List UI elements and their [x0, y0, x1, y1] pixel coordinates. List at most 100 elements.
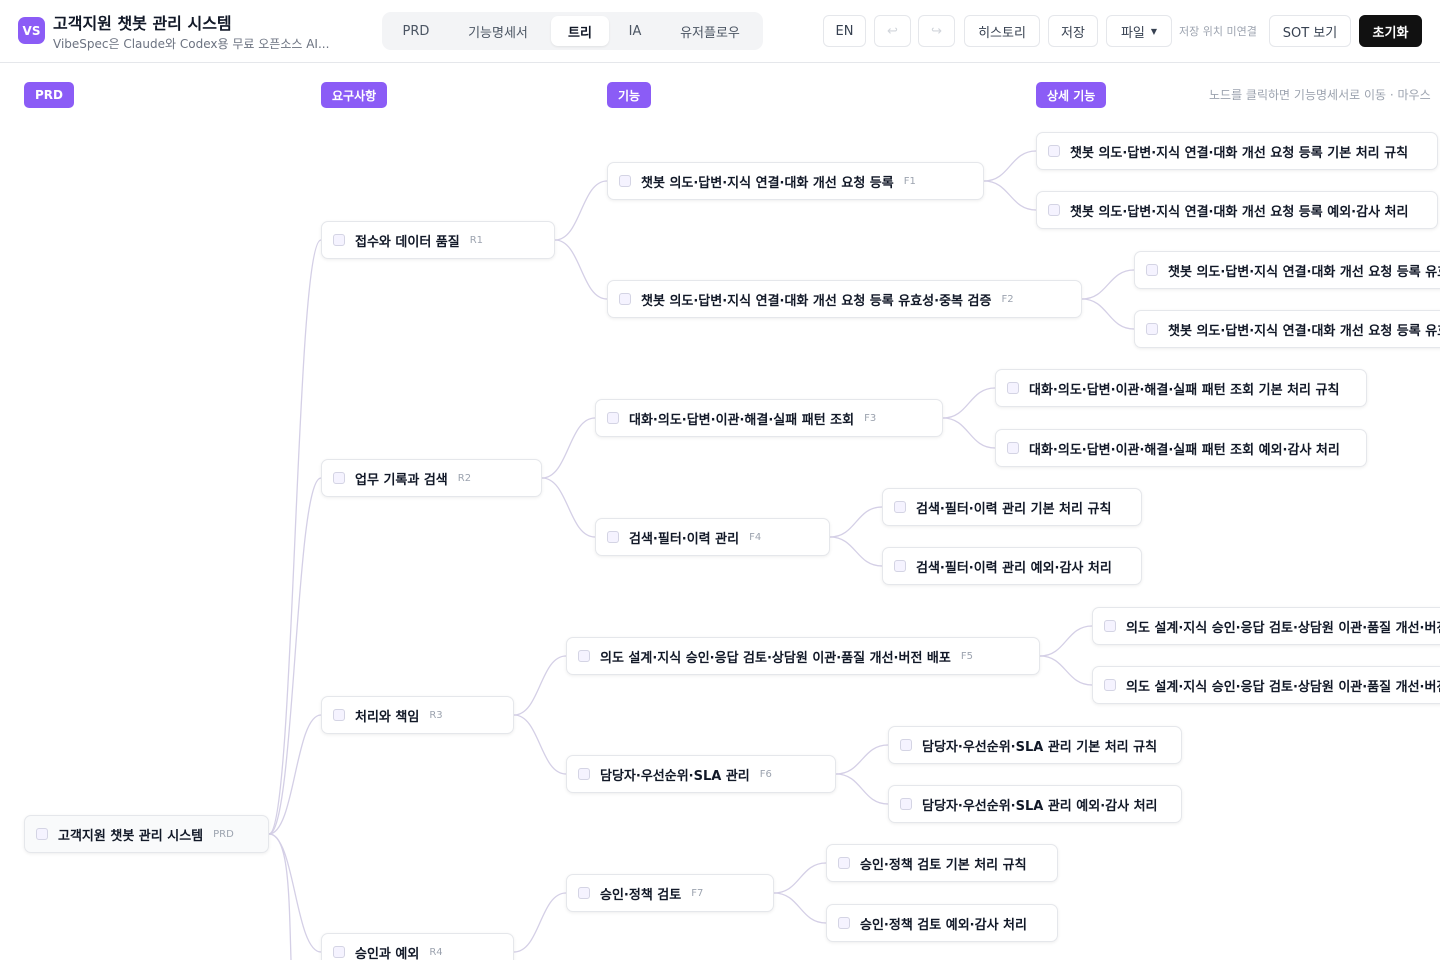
node-checkbox[interactable]	[1146, 264, 1158, 276]
node-checkbox[interactable]	[607, 412, 619, 424]
reset-button[interactable]: 초기화	[1359, 15, 1422, 47]
file-menu-button[interactable]: 파일 ▼	[1106, 15, 1172, 47]
column-header-prd: PRD	[24, 82, 74, 108]
tree-canvas[interactable]: PRD 요구사항 기능 상세 기능 노드를 클릭하면 기능명세서로 이동 · 마…	[0, 63, 1440, 960]
tree-connector	[268, 477, 322, 835]
node-checkbox[interactable]	[838, 917, 850, 929]
node-checkbox[interactable]	[1007, 442, 1019, 454]
tree-connector	[513, 892, 567, 953]
tree-node-detail[interactable]: 검색·필터·이력 관리 예외·감사 처리	[882, 547, 1142, 585]
redo-button[interactable]: ↪	[918, 15, 955, 47]
node-checkbox[interactable]	[333, 472, 345, 484]
node-checkbox[interactable]	[619, 175, 631, 187]
tree-node-feature[interactable]: 검색·필터·이력 관리 F4	[595, 518, 830, 556]
node-label: 접수와 데이터 품질	[355, 234, 460, 250]
tree-node-feature[interactable]: 의도 설계·지식 승인·응답 검토·상담원 이관·품질 개선·버전 배포 F5	[566, 637, 1040, 675]
tree-node-feature[interactable]: 승인·정책 검토 F7	[566, 874, 774, 912]
node-code: R2	[457, 472, 472, 484]
tree-connector	[1081, 269, 1135, 300]
tab-ia[interactable]: IA	[616, 16, 654, 46]
node-checkbox[interactable]	[333, 709, 345, 721]
tree-node-detail[interactable]: 대화·의도·답변·이관·해결·실패 패턴 조회 예외·감사 처리	[995, 429, 1367, 467]
node-checkbox[interactable]	[1048, 145, 1060, 157]
undo-button[interactable]: ↩	[874, 15, 911, 47]
tree-connector	[554, 180, 608, 241]
node-code: R3	[429, 709, 443, 721]
tree-node-feature[interactable]: 대화·의도·답변·이관·해결·실패 패턴 조회 F3	[595, 399, 943, 437]
tree-connector	[268, 714, 322, 835]
tree-node-requirement[interactable]: 승인과 예외 R4	[321, 933, 514, 960]
tree-node-detail[interactable]: 의도 설계·지식 승인·응답 검토·상담원 이관·품질 개선·버전 배포 기본 …	[1092, 607, 1440, 645]
history-button[interactable]: 히스토리	[964, 15, 1040, 47]
node-checkbox[interactable]	[36, 828, 48, 840]
save-button[interactable]: 저장	[1048, 15, 1098, 47]
file-menu-label: 파일	[1120, 25, 1145, 41]
tree-node-requirement[interactable]: 업무 기록과 검색 R2	[321, 459, 542, 497]
node-checkbox[interactable]	[1146, 323, 1158, 335]
tree-node-detail[interactable]: 챗봇 의도·답변·지식 연결·대화 개선 요청 등록 유효성·중복 검증 기본 …	[1134, 251, 1440, 289]
node-checkbox[interactable]	[578, 887, 590, 899]
tree-connector	[268, 833, 292, 960]
tree-node-detail[interactable]: 승인·정책 검토 기본 처리 규칙	[826, 844, 1058, 882]
tree-node-requirement[interactable]: 접수와 데이터 품질 R1	[321, 221, 555, 259]
node-checkbox[interactable]	[333, 234, 345, 246]
tree-connector	[513, 655, 567, 716]
sot-view-button[interactable]: SOT 보기	[1269, 15, 1351, 47]
tree-connector	[773, 862, 827, 894]
tree-node-detail[interactable]: 담당자·우선순위·SLA 관리 기본 처리 규칙	[888, 726, 1182, 764]
node-checkbox[interactable]	[894, 560, 906, 572]
node-label: 검색·필터·이력 관리 기본 처리 규칙	[916, 501, 1112, 517]
node-label: 의도 설계·지식 승인·응답 검토·상담원 이관·품질 개선·버전 배포 기본 …	[1126, 620, 1440, 636]
tree-node-feature[interactable]: 챗봇 의도·답변·지식 연결·대화 개선 요청 등록 유효성·중복 검증 F2	[607, 280, 1082, 318]
node-code: F2	[1001, 293, 1014, 305]
node-code: PRD	[213, 828, 234, 840]
node-checkbox[interactable]	[1104, 679, 1116, 691]
node-label: 챗봇 의도·답변·지식 연결·대화 개선 요청 등록 유효성·중복 검증	[641, 293, 992, 309]
tree-node-detail[interactable]: 담당자·우선순위·SLA 관리 예외·감사 처리	[888, 785, 1182, 823]
tree-node-detail[interactable]: 대화·의도·답변·이관·해결·실패 패턴 조회 기본 처리 규칙	[995, 369, 1367, 407]
node-checkbox[interactable]	[1104, 620, 1116, 632]
tree-node-detail[interactable]: 챗봇 의도·답변·지식 연결·대화 개선 요청 등록 예외·감사 처리	[1036, 191, 1438, 229]
tree-node-feature[interactable]: 담당자·우선순위·SLA 관리 F6	[566, 755, 836, 793]
tab-prd[interactable]: PRD	[388, 16, 444, 46]
node-checkbox[interactable]	[900, 739, 912, 751]
tree-node-detail[interactable]: 의도 설계·지식 승인·응답 검토·상담원 이관·품질 개선·버전 배포 예외·…	[1092, 666, 1440, 704]
node-checkbox[interactable]	[578, 650, 590, 662]
node-checkbox[interactable]	[838, 857, 850, 869]
view-tabs: PRD 기능명세서 트리 IA 유저플로우	[382, 12, 763, 50]
caret-down-icon: ▼	[1150, 26, 1158, 36]
node-checkbox[interactable]	[894, 501, 906, 513]
node-label: 고객지원 챗봇 관리 시스템	[58, 828, 204, 844]
node-checkbox[interactable]	[900, 798, 912, 810]
tree-connector	[268, 239, 322, 835]
undo-icon: ↩	[887, 23, 898, 39]
node-label: 업무 기록과 검색	[355, 472, 448, 488]
tab-tree[interactable]: 트리	[551, 16, 609, 46]
node-code: R1	[469, 234, 484, 246]
column-header-requirements: 요구사항	[321, 82, 388, 108]
tree-connector	[835, 773, 889, 805]
language-button[interactable]: EN	[823, 15, 866, 47]
tab-feature-spec[interactable]: 기능명세서	[452, 16, 544, 46]
save-location-status: 저장 위치 미연결	[1179, 25, 1257, 38]
node-checkbox[interactable]	[619, 293, 631, 305]
tree-node-requirement[interactable]: 처리와 책임 R3	[321, 696, 514, 734]
node-checkbox[interactable]	[1007, 382, 1019, 394]
node-checkbox[interactable]	[333, 946, 345, 958]
node-label: 담당자·우선순위·SLA 관리	[600, 768, 750, 784]
node-code: F5	[960, 650, 973, 662]
node-checkbox[interactable]	[1048, 204, 1060, 216]
tab-user-flow[interactable]: 유저플로우	[662, 16, 758, 46]
tree-node-feature[interactable]: 챗봇 의도·답변·지식 연결·대화 개선 요청 등록 F1	[607, 162, 984, 200]
node-label: 대화·의도·답변·이관·해결·실패 패턴 조회 기본 처리 규칙	[1029, 382, 1340, 398]
tree-node-root[interactable]: 고객지원 챗봇 관리 시스템 PRD	[24, 815, 269, 853]
app-subtitle: VibeSpec은 Claude와 Codex용 무료 오픈소스 AI...	[53, 37, 330, 51]
tree-node-detail[interactable]: 검색·필터·이력 관리 기본 처리 규칙	[882, 488, 1142, 526]
tree-node-detail[interactable]: 챗봇 의도·답변·지식 연결·대화 개선 요청 등록 유효성·중복 검증 예외·…	[1134, 310, 1440, 348]
tree-node-detail[interactable]: 챗봇 의도·답변·지식 연결·대화 개선 요청 등록 기본 처리 규칙	[1036, 132, 1438, 170]
node-checkbox[interactable]	[578, 768, 590, 780]
node-checkbox[interactable]	[607, 531, 619, 543]
app-title: 고객지원 챗봇 관리 시스템	[53, 14, 232, 33]
canvas-hint: 노드를 클릭하면 기능명세서로 이동 · 마우스	[1209, 88, 1431, 102]
tree-node-detail[interactable]: 승인·정책 검토 예외·감사 처리	[826, 904, 1058, 942]
